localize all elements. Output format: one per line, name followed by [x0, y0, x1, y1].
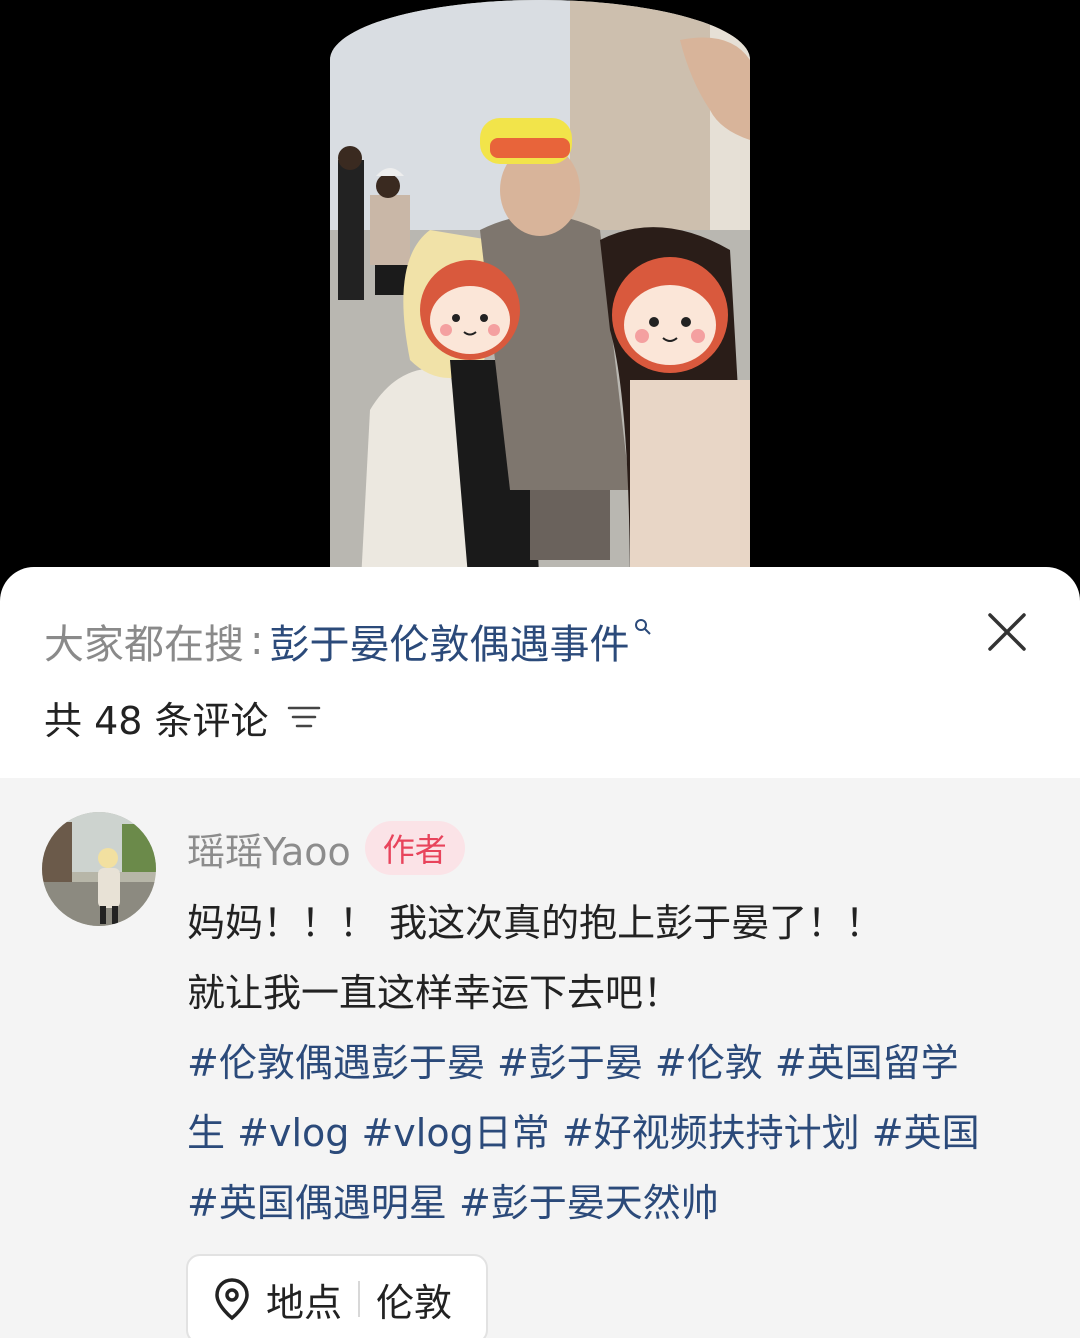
comment-line: 妈妈！！！ 我这次真的抱上彭于晏了！！ [187, 901, 884, 945]
author-badge: 作者 [364, 821, 465, 875]
search-icon [635, 619, 652, 635]
trending-search-link[interactable]: 彭于晏伦敦偶遇事件 [269, 612, 629, 670]
comment-count-row: 共 48 条评论 [44, 687, 321, 747]
comment-count-label: 共 48 条评论 [44, 698, 269, 743]
comment-body: 妈妈！！！ 我这次真的抱上彭于晏了！！ 就让我一直这样幸运下去吧！ #伦敦偶遇彭… [187, 888, 1047, 1238]
hashtag-link[interactable]: #vlog日常 [361, 1111, 549, 1155]
hashtag-link[interactable]: #伦敦偶遇彭于晏 [187, 1041, 485, 1085]
hashtag-link[interactable]: #英国偶遇明星 [187, 1181, 447, 1225]
location-tag[interactable]: 地点 伦敦 [186, 1254, 488, 1338]
hashtag-link[interactable]: #vlog [237, 1111, 349, 1155]
comment-line: 就让我一直这样幸运下去吧！ [187, 971, 682, 1015]
video-player[interactable] [0, 0, 1080, 600]
avatar[interactable] [42, 812, 156, 926]
hashtag-link[interactable]: #英国留学 [775, 1041, 959, 1085]
comment-author-row: 瑶瑶Yaoo 作者 [187, 818, 465, 878]
hashtag-link[interactable]: #伦敦 [655, 1041, 763, 1085]
avatar-image [42, 812, 156, 926]
hashtag-link[interactable]: #好视频扶持计划 [562, 1111, 860, 1155]
hashtag-line: #伦敦偶遇彭于晏 #彭于晏 #伦敦 #英国留学 [187, 1028, 1047, 1098]
hashtag-link[interactable]: 生 [187, 1111, 225, 1155]
location-divider [358, 1281, 361, 1317]
hashtag-line: #英国偶遇明星 #彭于晏天然帅 [187, 1168, 1047, 1238]
video-frame[interactable] [330, 0, 750, 600]
hashtag-link[interactable]: #彭于晏天然帅 [459, 1181, 719, 1225]
close-icon[interactable] [982, 607, 1032, 657]
hashtag-line: 生 #vlog #vlog日常 #好视频扶持计划 #英国 [187, 1098, 1047, 1168]
sort-filter-icon[interactable] [287, 702, 321, 732]
comment-sheet: 大家都在搜 : 彭于晏伦敦偶遇事件 共 48 条评论 瑶瑶Yaoo 作者 妈妈！… [0, 567, 1080, 1338]
hashtag-link[interactable]: #英国 [872, 1111, 980, 1155]
search-colon: : [250, 618, 264, 664]
trending-search-bar[interactable]: 大家都在搜 : 彭于晏伦敦偶遇事件 [44, 611, 653, 671]
comment-author-name[interactable]: 瑶瑶Yaoo [187, 821, 351, 876]
hashtag-link[interactable]: #彭于晏 [497, 1041, 643, 1085]
location-pin-icon [215, 1278, 249, 1321]
comment-item: 瑶瑶Yaoo 作者 妈妈！！！ 我这次真的抱上彭于晏了！！ 就让我一直这样幸运下… [0, 778, 1080, 1338]
search-prefix-label: 大家都在搜 [44, 622, 244, 668]
video-still-image [330, 0, 750, 600]
location-label: 地点 [266, 1280, 343, 1325]
location-value: 伦敦 [376, 1280, 453, 1325]
